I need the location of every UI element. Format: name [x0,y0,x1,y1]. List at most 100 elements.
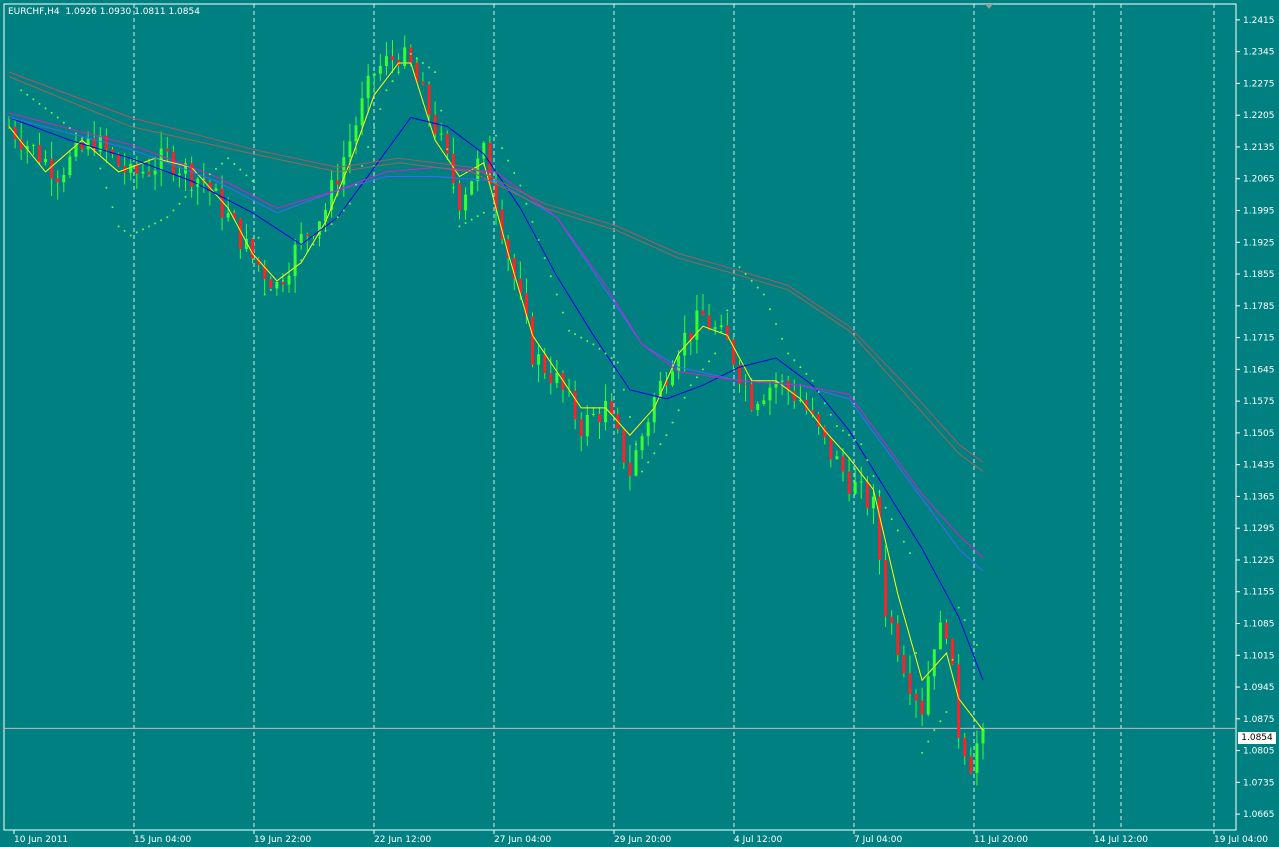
bull-candle [774,381,778,388]
bull-candle [640,436,644,451]
psar-dot [598,347,601,350]
y-tick-label: 1.2135 [1243,143,1275,153]
bear-candle [433,114,437,134]
bull-candle [938,622,942,650]
bear-candle [56,178,60,183]
psar-dot [720,330,723,333]
psar-dot [866,459,869,462]
y-tick-label: 1.0665 [1243,810,1275,820]
psar-dot [403,62,406,64]
psar-dot [543,257,546,260]
psar-dot [330,223,333,226]
psar-dot [208,173,211,176]
psar-dot [172,209,175,212]
psar-dot [488,173,491,176]
bear-candle [37,144,41,163]
bear-candle [969,756,973,774]
psar-dot [281,279,284,282]
psar-dot [105,186,108,189]
psar-dot [123,229,126,232]
psar-dot [890,518,893,521]
bull-candle [68,156,72,176]
psar-dot [951,658,954,661]
bear-candle [579,419,583,437]
psar-dot [945,711,948,713]
bull-candle [695,310,699,340]
psar-dot [732,287,735,290]
psar-dot [738,266,741,269]
psar-dot [586,339,589,342]
bear-candle [543,354,547,374]
y-tick-label: 1.2345 [1243,48,1275,58]
psar-dot [708,360,711,363]
psar-dot [775,322,778,325]
psar-dot [701,368,704,371]
y-tick-label: 1.1225 [1243,556,1275,566]
psar-dot [756,286,759,289]
psar-dot [695,376,698,379]
psar-dot [817,391,820,394]
psar-dot [385,89,388,92]
psar-dot [860,443,863,446]
psar-dot [391,80,394,83]
psar-dot [336,216,339,219]
psar-dot [50,111,53,114]
psar-dot [354,183,357,186]
bear-candle [427,84,431,115]
psar-dot [513,172,516,175]
psar-dot [154,222,157,225]
psar-dot [476,215,479,218]
bear-candle [744,383,748,385]
psar-dot [318,236,321,239]
psar-dot [196,183,199,186]
bear-candle [914,693,918,701]
chart-area[interactable]: 10 Jun 2011 15 Jun 04:00 19 Jun 22:00 22 Ju… [0,0,1279,847]
psar-dot [671,421,674,424]
psar-dot [762,293,765,296]
bear-candle [147,171,151,175]
psar-dot [373,127,376,130]
psar-dot [531,220,534,223]
bear-candle [269,279,273,289]
symbol-name: EURCHF,H4 [8,7,60,17]
bull-candle [762,400,766,405]
symbol-info: EURCHF,H4 1.0926 1.0930 1.0811 1.0854 [8,7,200,17]
psar-dot [20,89,23,92]
bull-candle [44,158,48,163]
bull-candle [859,481,863,483]
psar-dot [367,145,370,148]
bear-candle [792,390,796,401]
bear-candle [336,180,340,185]
psar-dot [744,273,747,276]
x-tick-label: 19 Jul 04:00 [1214,835,1268,845]
bull-candle [214,188,218,191]
bull-candle [713,327,717,330]
bull-candle [439,133,443,135]
psar-dot [768,308,771,311]
psar-dot [464,221,467,224]
psar-dot [659,443,662,446]
y-tick-label: 1.1995 [1243,207,1275,217]
x-tick-label: 14 Jul 12:00 [1094,835,1148,845]
psar-dot [446,148,449,151]
price-chart[interactable]: 10 Jun 2011 15 Jun 04:00 19 Jun 22:00 22 Ju… [0,0,1279,847]
bull-candle [671,371,675,386]
bear-candle [902,655,906,674]
bull-candle [853,481,857,494]
psar-dot [750,279,753,282]
psar-dot [324,229,327,232]
bull-candle [378,66,382,74]
x-tick-label: 27 Jun 04:00 [494,835,551,845]
psar-dot [580,336,583,339]
psar-dot [111,206,114,209]
y-tick-label: 1.0735 [1243,778,1275,788]
bear-candle [421,81,425,85]
psar-dot [81,137,84,140]
psar-dot [251,180,254,182]
bear-candle [409,47,413,63]
psar-dot [342,209,345,212]
psar-dot [574,333,577,336]
bull-candle [470,181,474,195]
bear-candle [731,339,735,365]
psar-dot [677,409,680,412]
